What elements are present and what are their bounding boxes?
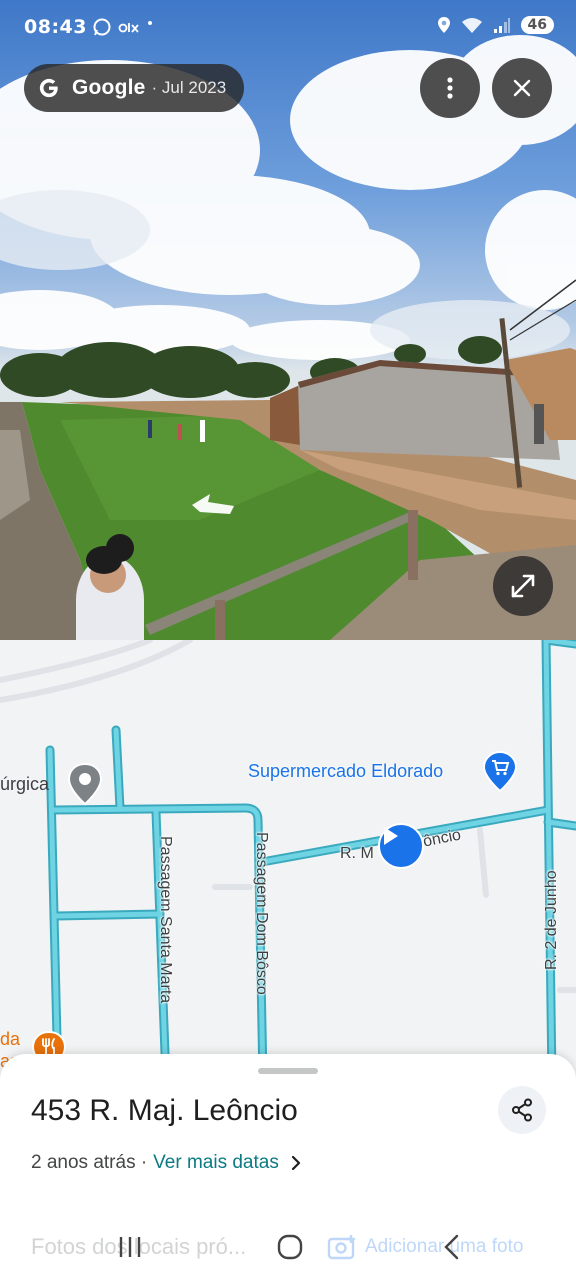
expand-button[interactable]: [493, 556, 553, 616]
share-button[interactable]: [498, 1086, 546, 1134]
back-icon[interactable]: [442, 1234, 462, 1260]
poi-label-partial[interactable]: úrgica: [0, 774, 49, 795]
notification-icons: [92, 17, 154, 37]
imagery-date: · Jul 2023: [151, 78, 227, 97]
wifi-icon: [461, 18, 482, 33]
street-label-santa-marta: Passagem Santa Marta: [157, 836, 174, 1004]
street-view-image[interactable]: 08:43 46 Google · Jul 2023: [0, 0, 576, 640]
imagery-source-chip[interactable]: Google · Jul 2023: [24, 64, 245, 112]
location-bottom-sheet[interactable]: 453 R. Maj. Leôncio 2 anos atrás · Ver m…: [0, 1054, 576, 1280]
imagery-age: 2 anos atrás ·: [31, 1152, 148, 1173]
more-options-button[interactable]: [420, 58, 480, 118]
share-icon: [512, 1098, 532, 1122]
street-label-maj-leoncio: R. M: [340, 845, 374, 862]
home-icon[interactable]: [277, 1234, 303, 1260]
map-roads: [0, 640, 576, 1080]
address-title: 453 R. Maj. Leôncio: [31, 1094, 298, 1127]
system-navigation-bar: [0, 1224, 576, 1280]
recent-apps-icon[interactable]: [118, 1234, 142, 1260]
more-dates-link[interactable]: Ver mais datas: [153, 1152, 279, 1174]
close-button[interactable]: [492, 58, 552, 118]
shopping-cart-icon[interactable]: [482, 750, 518, 794]
location-icon: [437, 17, 450, 33]
system-icons: 46: [437, 16, 554, 34]
chevron-right-icon[interactable]: [291, 1155, 301, 1171]
status-bar: 08:43 46: [0, 0, 576, 56]
status-time: 08:43: [24, 16, 87, 38]
expand-icon: [511, 574, 535, 598]
dot-icon: [148, 21, 152, 25]
signal-icon: [493, 18, 510, 33]
close-icon: [513, 79, 531, 97]
whatsapp-icon: [93, 18, 111, 36]
poi-restaurant-label-1[interactable]: da: [0, 1028, 20, 1050]
more-vert-icon: [447, 77, 453, 99]
direction-arrow-icon: [384, 827, 398, 845]
street-label-2-de-junho: R. 2 de Junho: [543, 870, 560, 970]
google-g-icon: [39, 78, 58, 98]
street-label-dom-bosco: Passagem Dom Bôsco: [253, 832, 270, 995]
map[interactable]: úrgica Supermercado Eldorado R. M ôncio …: [0, 640, 576, 1080]
olx-icon: [118, 23, 139, 33]
imagery-info-row: 2 anos atrás · Ver mais datas: [31, 1152, 301, 1174]
imagery-source: Google: [72, 76, 146, 99]
battery-icon: 46: [520, 16, 554, 34]
drag-handle[interactable]: [258, 1068, 318, 1074]
poi-pin-icon[interactable]: [66, 762, 104, 806]
street-view-position-marker[interactable]: [378, 823, 424, 869]
poi-supermarket-label[interactable]: Supermercado Eldorado: [248, 761, 443, 782]
